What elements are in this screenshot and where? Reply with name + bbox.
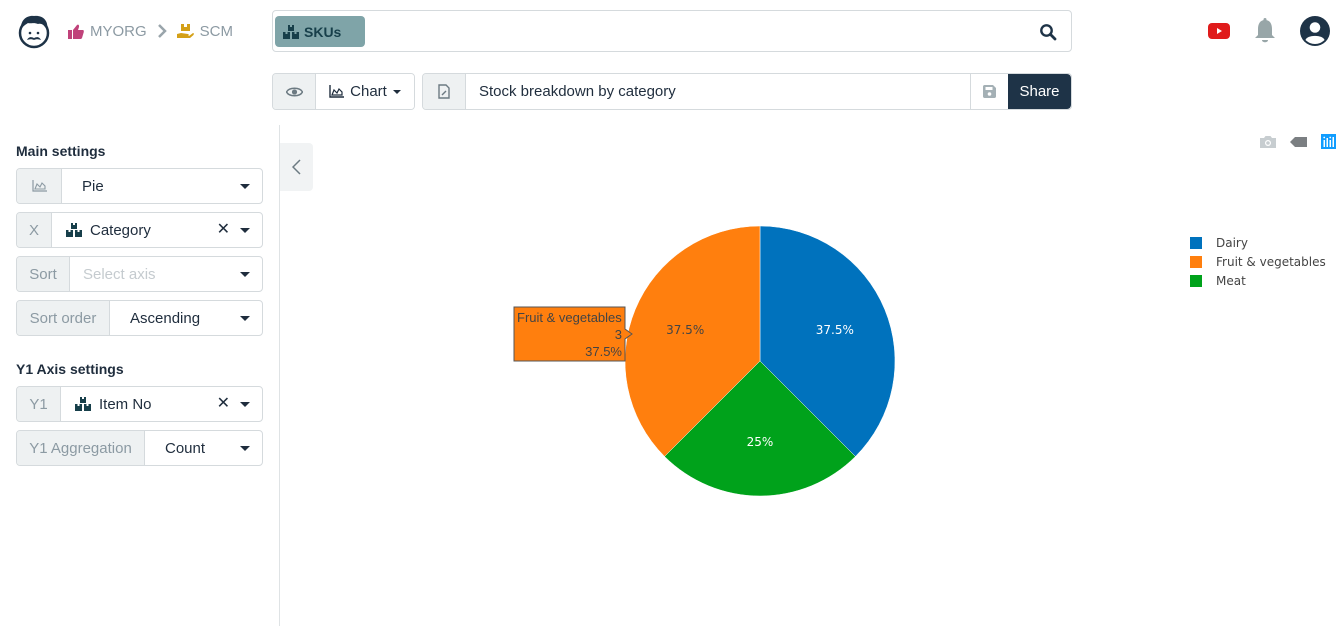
legend-swatch (1190, 236, 1202, 249)
chart-legend: Dairy Fruit & vegetables Meat (1190, 233, 1326, 290)
pie-label-meat: 25% (747, 435, 774, 449)
legend-swatch (1190, 255, 1202, 268)
hover-tooltip: Fruit & vegetables 3 37.5% (513, 306, 633, 362)
pie-label-fruit-vegetables: 37.5% (666, 323, 704, 337)
legend-label: Fruit & vegetables (1216, 254, 1326, 269)
tooltip-value: 3 (615, 327, 622, 342)
tooltip-percent: 37.5% (585, 344, 622, 359)
legend-swatch (1190, 274, 1202, 287)
pie-chart: 37.5% 25% 37.5% Fruit & vegetables 3 37.5% (513, 225, 896, 497)
legend-label: Meat (1216, 273, 1246, 288)
legend-item-fruit-vegetables[interactable]: Fruit & vegetables (1190, 252, 1326, 271)
legend-item-meat[interactable]: Meat (1190, 271, 1326, 290)
legend-item-dairy[interactable]: Dairy (1190, 233, 1326, 252)
legend-label: Dairy (1216, 235, 1248, 250)
tooltip-label: Fruit & vegetables (517, 310, 622, 325)
pie-label-dairy: 37.5% (816, 323, 854, 337)
